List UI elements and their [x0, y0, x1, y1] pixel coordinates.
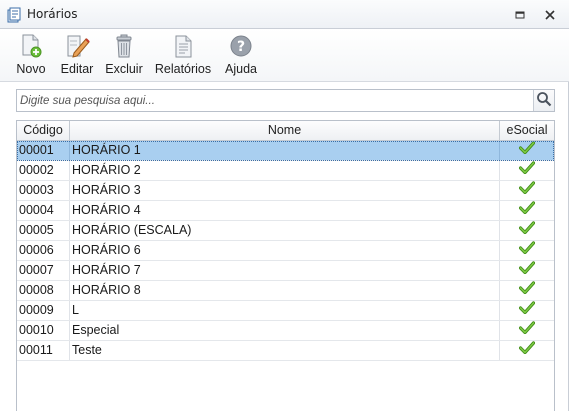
restore-icon[interactable] — [513, 8, 527, 22]
new-document-icon — [18, 33, 44, 59]
checkmark-icon — [518, 181, 536, 200]
reports-label: Relatórios — [154, 62, 212, 76]
cell-esocial — [500, 161, 554, 180]
cell-esocial — [500, 241, 554, 260]
reports-button[interactable]: Relatórios — [155, 33, 211, 79]
checkmark-icon — [518, 301, 536, 320]
checkmark-icon — [518, 281, 536, 300]
checkmark-icon — [518, 221, 536, 240]
table-row[interactable]: 00004 HORÁRIO 4 — [17, 201, 554, 221]
schedule-app-icon — [6, 7, 22, 23]
cell-esocial — [500, 201, 554, 220]
horarios-table: Código Nome eSocial 00001 HORÁRIO 1 00002 H… — [16, 120, 555, 411]
close-icon[interactable] — [543, 8, 557, 22]
trash-icon — [111, 33, 137, 59]
table-row[interactable]: 00003 HORÁRIO 3 — [17, 181, 554, 201]
checkmark-icon — [518, 201, 536, 220]
search-box — [16, 89, 555, 112]
table-row[interactable]: 00007 HORÁRIO 7 — [17, 261, 554, 281]
cell-esocial — [500, 261, 554, 280]
search-icon — [536, 91, 552, 110]
search-input[interactable] — [17, 90, 534, 111]
table-row[interactable]: 00010 Especial — [17, 321, 554, 341]
cell-codigo: 00007 — [17, 261, 70, 280]
help-icon: ? — [228, 33, 254, 59]
column-header-nome[interactable]: Nome — [70, 121, 500, 141]
checkmark-icon — [518, 261, 536, 280]
cell-nome: HORÁRIO 2 — [70, 161, 500, 180]
cell-nome: Especial — [70, 321, 500, 340]
window-title: Horários — [27, 7, 78, 21]
help-label: Ajuda — [225, 62, 257, 76]
table-body: 00001 HORÁRIO 1 00002 HORÁRIO 2 00003 HORÁRIO… — [17, 141, 554, 361]
checkmark-icon — [518, 341, 536, 360]
cell-codigo: 00009 — [17, 301, 70, 320]
delete-label: Excluir — [105, 62, 143, 76]
cell-nome: HORÁRIO 3 — [70, 181, 500, 200]
cell-nome: HORÁRIO 8 — [70, 281, 500, 300]
cell-codigo: 00002 — [17, 161, 70, 180]
cell-nome: HORÁRIO 1 — [70, 141, 500, 160]
title-bar: Horários — [0, 0, 569, 29]
edit-button[interactable]: Editar — [58, 33, 96, 79]
table-row[interactable]: 00005 HORÁRIO (ESCALA) — [17, 221, 554, 241]
edit-label: Editar — [60, 62, 94, 76]
cell-esocial — [500, 181, 554, 200]
cell-codigo: 00001 — [17, 141, 70, 160]
horarios-window: Horários Novo Editar Excluir Relatórios … — [0, 0, 569, 411]
delete-button[interactable]: Excluir — [104, 33, 144, 79]
table-row[interactable]: 00001 HORÁRIO 1 — [17, 141, 554, 161]
cell-codigo: 00006 — [17, 241, 70, 260]
cell-nome: HORÁRIO (ESCALA) — [70, 221, 500, 240]
new-label: Novo — [16, 62, 46, 76]
cell-esocial — [500, 301, 554, 320]
edit-pencil-icon — [64, 33, 90, 59]
column-header-esocial[interactable]: eSocial — [500, 121, 554, 141]
cell-esocial — [500, 221, 554, 240]
table-row[interactable]: 00009 L — [17, 301, 554, 321]
cell-nome: L — [70, 301, 500, 320]
cell-codigo: 00004 — [17, 201, 70, 220]
toolbar: Novo Editar Excluir Relatórios ? Ajuda — [0, 29, 569, 82]
cell-nome: HORÁRIO 7 — [70, 261, 500, 280]
column-header-codigo[interactable]: Código — [17, 121, 70, 141]
cell-codigo: 00011 — [17, 341, 70, 360]
checkmark-icon — [518, 141, 536, 160]
cell-nome: HORÁRIO 4 — [70, 201, 500, 220]
table-row[interactable]: 00002 HORÁRIO 2 — [17, 161, 554, 181]
cell-esocial — [500, 321, 554, 340]
table-row[interactable]: 00006 HORÁRIO 6 — [17, 241, 554, 261]
cell-nome: HORÁRIO 6 — [70, 241, 500, 260]
cell-esocial — [500, 281, 554, 300]
cell-esocial — [500, 341, 554, 360]
cell-codigo: 00008 — [17, 281, 70, 300]
cell-codigo: 00005 — [17, 221, 70, 240]
checkmark-icon — [518, 161, 536, 180]
report-icon — [170, 33, 196, 59]
help-button[interactable]: ? Ajuda — [223, 33, 259, 79]
search-button[interactable] — [533, 90, 554, 111]
new-button[interactable]: Novo — [14, 33, 48, 79]
cell-codigo: 00010 — [17, 321, 70, 340]
table-header: Código Nome eSocial — [17, 121, 554, 141]
checkmark-icon — [518, 241, 536, 260]
checkmark-icon — [518, 321, 536, 340]
cell-nome: Teste — [70, 341, 500, 360]
table-row[interactable]: 00008 HORÁRIO 8 — [17, 281, 554, 301]
cell-codigo: 00003 — [17, 181, 70, 200]
cell-esocial — [500, 141, 554, 160]
table-row[interactable]: 00011 Teste — [17, 341, 554, 361]
svg-text:?: ? — [237, 39, 245, 55]
